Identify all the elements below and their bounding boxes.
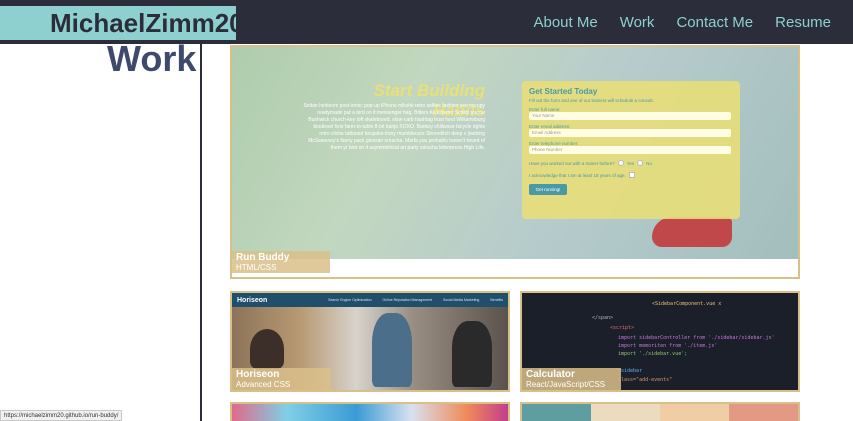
project-title: Horiseon (236, 369, 280, 380)
project-title: Calculator (526, 369, 575, 380)
person-shape (372, 313, 412, 387)
color-swatch (591, 404, 660, 421)
section-title: Work (107, 38, 197, 79)
code-line: <script> (610, 325, 635, 331)
project-card-partial-1[interactable] (230, 402, 510, 421)
project-card-run-buddy[interactable]: Start Building Habits Seitan heirloom po… (230, 45, 800, 279)
horiseon-nav-item: Online Reputation Management (382, 298, 432, 302)
project-subtitle: React/JavaScript/CSS (526, 380, 606, 389)
project-card-partial-2[interactable] (520, 402, 800, 421)
code-line: import memoriten from './item.js' (618, 343, 718, 349)
color-swatch (729, 404, 798, 421)
project-subtitle: HTML/CSS (236, 263, 277, 272)
age-ack-text: I acknowledge that I am at least 18 year… (529, 172, 626, 178)
form-input-name: Your Name (529, 112, 731, 120)
running-shoe-image (652, 217, 732, 247)
project-label: Run Buddy HTML/CSS (232, 251, 330, 273)
nav-link-resume[interactable]: Resume (775, 14, 831, 31)
color-swatch (660, 404, 729, 421)
form-age-ack: I acknowledge that I am at least 18 year… (529, 172, 733, 178)
section-divider (200, 44, 202, 421)
project-card-horiseon[interactable]: Horiseon Search Engine Optimization Onli… (230, 291, 510, 392)
status-bar-url: https://michaelzimm20.github.io/run-budd… (0, 410, 123, 421)
code-line: <SidebarComponent.vue x (652, 301, 722, 307)
project-title: Run Buddy (236, 252, 290, 263)
trainer-question-text: Have you worked out with a trainer befor… (529, 160, 615, 166)
project-card-calculator[interactable]: <SidebarComponent.vue x </span> <script>… (520, 291, 800, 392)
horiseon-nav-item: Social Media Marketing (442, 298, 480, 302)
form-title: Get Started Today (529, 87, 598, 96)
person-shape (452, 321, 492, 387)
radio-yes-label: Yes (626, 160, 635, 166)
form-subtitle: Fill out the form and one of our trainer… (529, 98, 654, 103)
nav-link-work[interactable]: Work (620, 14, 655, 31)
horiseon-logo: Horiseon (237, 296, 268, 304)
nav-link-contact-me[interactable]: Contact Me (676, 14, 753, 31)
project-subtitle: Advanced CSS (236, 380, 291, 389)
nav-link-about-me[interactable]: About Me (533, 14, 597, 31)
code-line: <sidebar (618, 368, 643, 374)
run-buddy-form: Get Started Today Fill out the form and … (522, 81, 740, 219)
project-label: Calculator React/JavaScript/CSS (522, 368, 621, 390)
code-line: class="add-events" (618, 377, 673, 383)
run-buddy-paragraph: Seitan heirloom post-ironic pop-up iPhon… (303, 103, 485, 151)
horiseon-nav-item: Search Engine Optimization (328, 298, 372, 302)
radio-yes (617, 160, 624, 166)
horiseon-nav-item: Benefits (490, 298, 503, 302)
code-line: import './sidebar.vue'; (618, 351, 688, 357)
person-shape (250, 329, 284, 369)
radio-no (637, 160, 644, 166)
form-trainer-question: Have you worked out with a trainer befor… (529, 160, 733, 166)
code-line: </span> (592, 315, 614, 321)
age-ack-checkbox (628, 172, 635, 178)
code-line: import sidebarController from './sidebar… (618, 335, 775, 341)
form-input-email: Email Address (529, 129, 731, 137)
main-nav: About Me Work Contact Me Resume (533, 0, 831, 44)
form-input-phone: Phone Number (529, 146, 731, 154)
horiseon-navbar: Horiseon Search Engine Optimization Onli… (232, 293, 508, 307)
brand-name[interactable]: MichaelZimm20 (0, 6, 244, 40)
horiseon-nav: Search Engine Optimization Online Reputa… (328, 298, 503, 302)
project-label: Horiseon Advanced CSS (232, 368, 331, 390)
color-swatch (522, 404, 591, 421)
radio-no-label: No (646, 160, 652, 166)
form-submit-button: Get running! (529, 184, 567, 195)
